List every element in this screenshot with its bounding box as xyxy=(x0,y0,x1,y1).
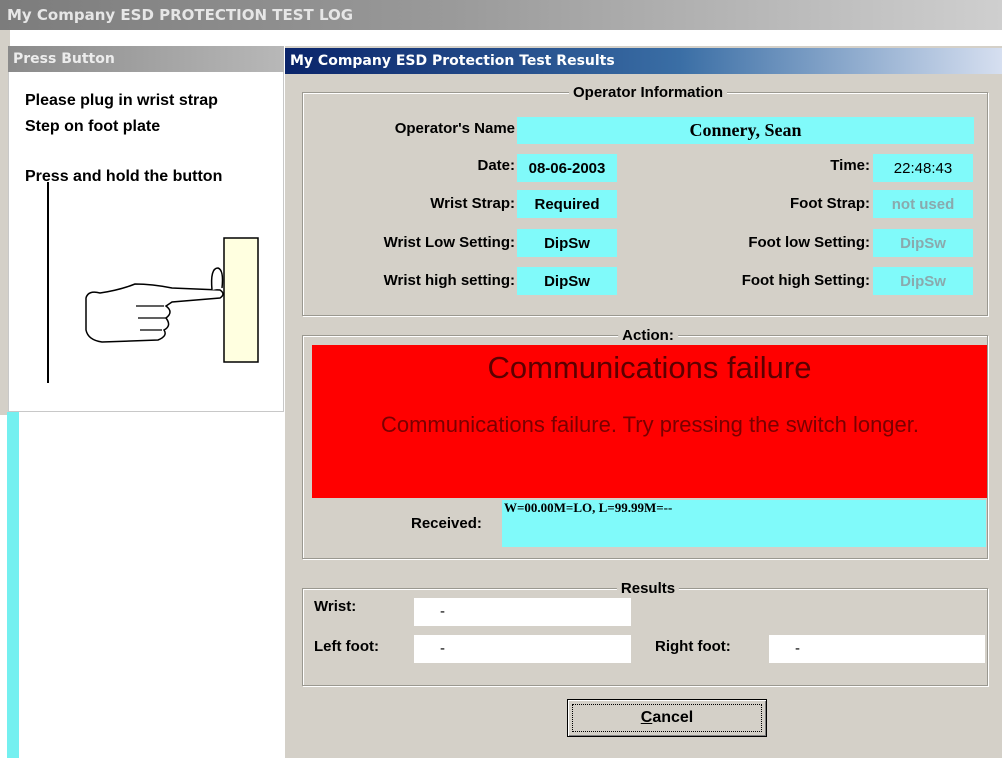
foot-low-setting-label: Foot low Setting: xyxy=(748,234,870,251)
foot-strap-label: Foot Strap: xyxy=(790,195,870,212)
wrist-low-setting-field: DipSw xyxy=(517,229,617,257)
time-label: Time: xyxy=(830,157,870,174)
wrist-strap-label: Wrist Strap: xyxy=(430,195,515,212)
right-foot-result-label: Right foot: xyxy=(655,638,731,655)
foot-low-setting-field: DipSw xyxy=(873,229,973,257)
dialog-title: My Company ESD Protection Test Results xyxy=(290,53,615,69)
wrist-high-setting-label: Wrist high setting: xyxy=(383,272,515,289)
instruction-wrist-strap: Please plug in wrist strap xyxy=(25,92,218,109)
time-field: 22:48:43 xyxy=(873,154,973,182)
left-foot-result-label: Left foot: xyxy=(314,638,379,655)
cancel-button[interactable]: Cancel xyxy=(567,699,767,737)
received-field: W=00.00M=LO, L=99.99M=-- xyxy=(502,500,986,547)
window-title: My Company ESD PROTECTION TEST LOG xyxy=(7,6,354,24)
foot-strap-field: not used xyxy=(873,190,973,218)
wrist-low-setting-label: Wrist Low Setting: xyxy=(383,234,515,251)
right-foot-result-field: - xyxy=(769,635,985,663)
window-title-bar: My Company ESD PROTECTION TEST LOG xyxy=(0,0,1002,30)
wrist-high-setting-field: DipSw xyxy=(517,267,617,295)
received-label: Received: xyxy=(411,515,482,532)
action-legend: Action: xyxy=(618,327,678,344)
date-field: 08-06-2003 xyxy=(517,154,617,182)
dialog-title-bar: My Company ESD Protection Test Results xyxy=(285,48,1002,74)
received-value: W=00.00M=LO, L=99.99M=-- xyxy=(504,500,673,515)
instruction-foot-plate: Step on foot plate xyxy=(25,118,161,135)
operator-name-label: Operator's Name xyxy=(394,120,515,137)
wrist-result-field: - xyxy=(414,598,631,626)
action-message: Communications failure. Try pressing the… xyxy=(380,412,919,437)
operator-info-legend: Operator Information xyxy=(568,84,728,101)
date-label: Date: xyxy=(477,157,515,174)
cancel-focus-rect xyxy=(572,704,762,732)
press-button-panel-title: Press Button xyxy=(8,46,284,72)
foot-high-setting-label: Foot high Setting: xyxy=(741,272,870,289)
results-legend: Results xyxy=(616,580,680,597)
wrist-result-label: Wrist: xyxy=(314,598,357,615)
operator-name-field: Connery, Sean xyxy=(517,117,974,144)
hand-pressing-button-icon xyxy=(47,182,259,383)
left-foot-result-field: - xyxy=(414,635,631,663)
foot-high-setting-field: DipSw xyxy=(873,267,973,295)
action-headline: Communications failure xyxy=(487,350,812,385)
wrist-strap-field: Required xyxy=(517,190,617,218)
left-cyan-strip xyxy=(7,412,19,758)
